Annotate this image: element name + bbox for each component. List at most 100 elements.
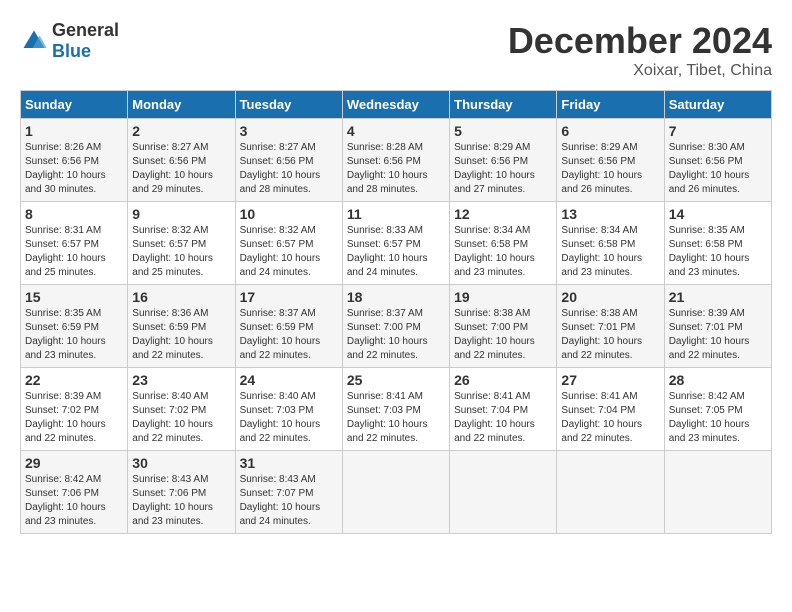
- calendar-cell: 8 Sunrise: 8:31 AMSunset: 6:57 PMDaylight…: [21, 202, 128, 285]
- calendar-cell: 29 Sunrise: 8:42 AMSunset: 7:06 PMDayligh…: [21, 451, 128, 534]
- logo-icon: [20, 27, 48, 55]
- calendar-cell: [557, 451, 664, 534]
- logo-blue: Blue: [52, 41, 91, 61]
- calendar-cell: 12 Sunrise: 8:34 AMSunset: 6:58 PMDayligh…: [450, 202, 557, 285]
- calendar-cell: 31Sunrise: 8:43 AMSunset: 7:07 PMDayligh…: [235, 451, 342, 534]
- day-info: Sunrise: 8:41 AMSunset: 7:04 PMDaylight:…: [561, 390, 659, 446]
- day-number: 22: [25, 372, 123, 388]
- day-info: Sunrise: 8:29 AMSunset: 6:56 PMDaylight:…: [454, 141, 552, 197]
- day-info: Sunrise: 8:42 AMSunset: 7:06 PMDaylight:…: [25, 473, 123, 529]
- calendar-week-3: 15 Sunrise: 8:35 AMSunset: 6:59 PMDayligh…: [21, 285, 772, 368]
- location-title: Xoixar, Tibet, China: [508, 62, 772, 80]
- calendar-table: SundayMondayTuesdayWednesdayThursdayFrid…: [20, 90, 772, 534]
- day-info: Sunrise: 8:37 AMSunset: 6:59 PMDaylight:…: [240, 307, 338, 363]
- day-info: Sunrise: 8:35 AMSunset: 6:58 PMDaylight:…: [669, 224, 767, 280]
- day-number: 17: [240, 289, 338, 305]
- day-number: 30: [132, 455, 230, 471]
- calendar-cell: 25Sunrise: 8:41 AMSunset: 7:03 PMDayligh…: [342, 368, 449, 451]
- day-info: Sunrise: 8:34 AMSunset: 6:58 PMDaylight:…: [454, 224, 552, 280]
- calendar-week-5: 29 Sunrise: 8:42 AMSunset: 7:06 PMDayligh…: [21, 451, 772, 534]
- calendar-cell: 21 Sunrise: 8:39 AMSunset: 7:01 PMDayligh…: [664, 285, 771, 368]
- calendar-cell: 17 Sunrise: 8:37 AMSunset: 6:59 PMDayligh…: [235, 285, 342, 368]
- day-number: 27: [561, 372, 659, 388]
- day-number: 10: [240, 206, 338, 222]
- day-number: 24: [240, 372, 338, 388]
- header-sunday: Sunday: [21, 91, 128, 119]
- header-tuesday: Tuesday: [235, 91, 342, 119]
- day-number: 8: [25, 206, 123, 222]
- day-info: Sunrise: 8:43 AMSunset: 7:06 PMDaylight:…: [132, 473, 230, 529]
- calendar-cell: 30 Sunrise: 8:43 AMSunset: 7:06 PMDayligh…: [128, 451, 235, 534]
- calendar-cell: [664, 451, 771, 534]
- calendar-week-2: 8 Sunrise: 8:31 AMSunset: 6:57 PMDaylight…: [21, 202, 772, 285]
- day-number: 20: [561, 289, 659, 305]
- calendar-cell: 5 Sunrise: 8:29 AMSunset: 6:56 PMDaylight…: [450, 119, 557, 202]
- day-number: 23: [132, 372, 230, 388]
- day-number: 11: [347, 206, 445, 222]
- logo: General Blue: [20, 20, 119, 62]
- day-number: 15: [25, 289, 123, 305]
- day-number: 28: [669, 372, 767, 388]
- logo-general: General: [52, 20, 119, 40]
- day-number: 2: [132, 123, 230, 139]
- calendar-cell: 18 Sunrise: 8:37 AMSunset: 7:00 PMDayligh…: [342, 285, 449, 368]
- day-info: Sunrise: 8:40 AMSunset: 7:02 PMDaylight:…: [132, 390, 230, 446]
- day-info: Sunrise: 8:27 AMSunset: 6:56 PMDaylight:…: [240, 141, 338, 197]
- header-thursday: Thursday: [450, 91, 557, 119]
- day-info: Sunrise: 8:38 AMSunset: 7:01 PMDaylight:…: [561, 307, 659, 363]
- page-header: General Blue December 2024 Xoixar, Tibet…: [20, 20, 772, 80]
- day-number: 29: [25, 455, 123, 471]
- calendar-cell: 1 Sunrise: 8:26 AMSunset: 6:56 PMDaylight…: [21, 119, 128, 202]
- day-info: Sunrise: 8:34 AMSunset: 6:58 PMDaylight:…: [561, 224, 659, 280]
- day-number: 14: [669, 206, 767, 222]
- day-info: Sunrise: 8:27 AMSunset: 6:56 PMDaylight:…: [132, 141, 230, 197]
- header-friday: Friday: [557, 91, 664, 119]
- calendar-cell: 6Sunrise: 8:29 AMSunset: 6:56 PMDaylight…: [557, 119, 664, 202]
- day-number: 1: [25, 123, 123, 139]
- day-info: Sunrise: 8:26 AMSunset: 6:56 PMDaylight:…: [25, 141, 123, 197]
- calendar-cell: 14 Sunrise: 8:35 AMSunset: 6:58 PMDayligh…: [664, 202, 771, 285]
- day-number: 4: [347, 123, 445, 139]
- day-info: Sunrise: 8:33 AMSunset: 6:57 PMDaylight:…: [347, 224, 445, 280]
- day-number: 21: [669, 289, 767, 305]
- calendar-cell: 9Sunrise: 8:32 AMSunset: 6:57 PMDaylight…: [128, 202, 235, 285]
- calendar-header-row: SundayMondayTuesdayWednesdayThursdayFrid…: [21, 91, 772, 119]
- day-info: Sunrise: 8:41 AMSunset: 7:03 PMDaylight:…: [347, 390, 445, 446]
- day-info: Sunrise: 8:30 AMSunset: 6:56 PMDaylight:…: [669, 141, 767, 197]
- day-info: Sunrise: 8:39 AMSunset: 7:01 PMDaylight:…: [669, 307, 767, 363]
- calendar-week-1: 1 Sunrise: 8:26 AMSunset: 6:56 PMDaylight…: [21, 119, 772, 202]
- title-block: December 2024 Xoixar, Tibet, China: [508, 20, 772, 80]
- calendar-cell: 7Sunrise: 8:30 AMSunset: 6:56 PMDaylight…: [664, 119, 771, 202]
- day-info: Sunrise: 8:32 AMSunset: 6:57 PMDaylight:…: [132, 224, 230, 280]
- day-info: Sunrise: 8:35 AMSunset: 6:59 PMDaylight:…: [25, 307, 123, 363]
- calendar-cell: 11 Sunrise: 8:33 AMSunset: 6:57 PMDayligh…: [342, 202, 449, 285]
- calendar-cell: 3Sunrise: 8:27 AMSunset: 6:56 PMDaylight…: [235, 119, 342, 202]
- day-info: Sunrise: 8:42 AMSunset: 7:05 PMDaylight:…: [669, 390, 767, 446]
- day-number: 12: [454, 206, 552, 222]
- calendar-cell: 27 Sunrise: 8:41 AMSunset: 7:04 PMDayligh…: [557, 368, 664, 451]
- day-number: 18: [347, 289, 445, 305]
- day-number: 16: [132, 289, 230, 305]
- calendar-cell: 4Sunrise: 8:28 AMSunset: 6:56 PMDaylight…: [342, 119, 449, 202]
- day-info: Sunrise: 8:37 AMSunset: 7:00 PMDaylight:…: [347, 307, 445, 363]
- day-info: Sunrise: 8:39 AMSunset: 7:02 PMDaylight:…: [25, 390, 123, 446]
- calendar-cell: 10Sunrise: 8:32 AMSunset: 6:57 PMDayligh…: [235, 202, 342, 285]
- calendar-cell: 24Sunrise: 8:40 AMSunset: 7:03 PMDayligh…: [235, 368, 342, 451]
- calendar-cell: [342, 451, 449, 534]
- calendar-cell: 19 Sunrise: 8:38 AMSunset: 7:00 PMDayligh…: [450, 285, 557, 368]
- logo-text: General Blue: [52, 20, 119, 62]
- day-number: 5: [454, 123, 552, 139]
- month-title: December 2024: [508, 20, 772, 62]
- day-info: Sunrise: 8:36 AMSunset: 6:59 PMDaylight:…: [132, 307, 230, 363]
- day-info: Sunrise: 8:38 AMSunset: 7:00 PMDaylight:…: [454, 307, 552, 363]
- header-monday: Monday: [128, 91, 235, 119]
- day-info: Sunrise: 8:31 AMSunset: 6:57 PMDaylight:…: [25, 224, 123, 280]
- header-saturday: Saturday: [664, 91, 771, 119]
- day-number: 19: [454, 289, 552, 305]
- header-wednesday: Wednesday: [342, 91, 449, 119]
- calendar-cell: 2 Sunrise: 8:27 AMSunset: 6:56 PMDaylight…: [128, 119, 235, 202]
- calendar-cell: 20 Sunrise: 8:38 AMSunset: 7:01 PMDayligh…: [557, 285, 664, 368]
- calendar-cell: [450, 451, 557, 534]
- day-number: 31: [240, 455, 338, 471]
- calendar-cell: 23 Sunrise: 8:40 AMSunset: 7:02 PMDayligh…: [128, 368, 235, 451]
